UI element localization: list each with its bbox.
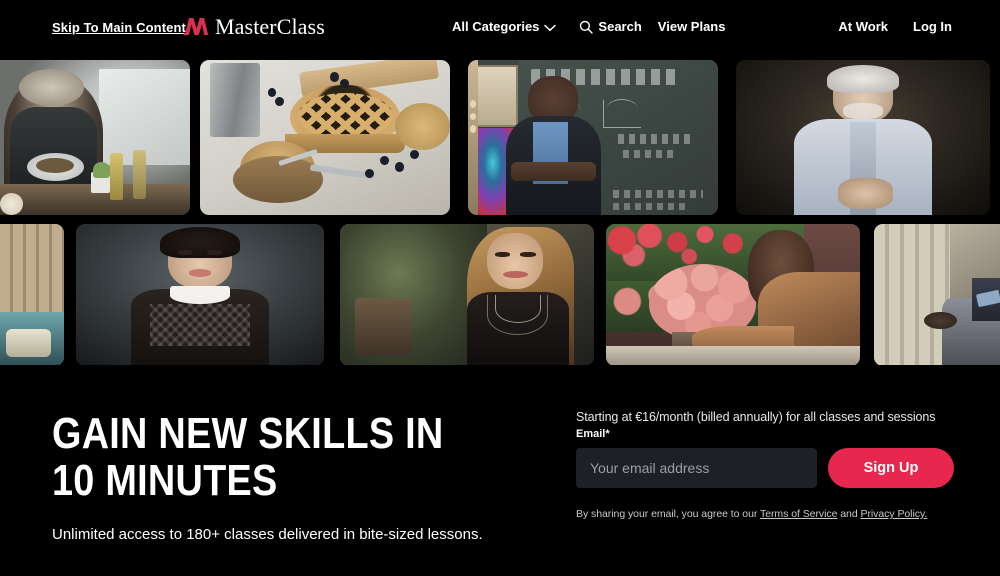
nav-view-plans[interactable]: View Plans: [658, 19, 726, 34]
search-icon: [579, 20, 594, 34]
masterclass-logo[interactable]: MasterClass: [183, 14, 325, 40]
masterclass-logo-text: MasterClass: [215, 14, 325, 39]
page-title: Gain New Skills In 10 Minutes: [52, 409, 444, 505]
gallery-tile-writer-seated-partial[interactable]: [874, 224, 1000, 365]
nav-search[interactable]: Search: [579, 19, 642, 34]
terms-of-service-link[interactable]: Terms of Service: [760, 508, 837, 520]
chevron-down-icon: [544, 22, 557, 32]
nav-search-label: Search: [598, 19, 642, 34]
signup-form: Starting at €16/month (billed annually) …: [576, 410, 956, 520]
nav-all-categories[interactable]: All Categories: [452, 19, 557, 34]
legal-middle-text: and: [837, 508, 861, 520]
gallery-tile-lattice-pie-baking[interactable]: [200, 60, 450, 215]
gallery-tile-singer-portrait[interactable]: [340, 224, 594, 365]
hero-copy: Gain New Skills In 10 Minutes Unlimited …: [52, 410, 542, 549]
email-field-label: Email*: [576, 428, 610, 440]
gallery-tile-interior-room-partial[interactable]: [0, 224, 64, 365]
email-input[interactable]: [576, 448, 817, 488]
pricing-note: Starting at €16/month (billed annually) …: [576, 410, 936, 424]
hero-subheadline: Unlimited access to 180+ classes deliver…: [52, 526, 483, 543]
gallery-tile-astrophysicist-blackboard[interactable]: [468, 60, 718, 215]
privacy-policy-link[interactable]: Privacy Policy.: [861, 508, 928, 520]
nav-view-plans-label: View Plans: [657, 19, 726, 34]
masterclass-m-mark-icon: [183, 14, 211, 40]
class-gallery-strip: [0, 56, 1000, 365]
gallery-tile-media-producer-portrait[interactable]: [76, 224, 324, 365]
nav-log-in[interactable]: Log In: [913, 19, 952, 34]
hero-section: Gain New Skills In 10 Minutes Unlimited …: [0, 365, 1000, 576]
nav-all-categories-label: All Categories: [452, 19, 540, 34]
gallery-tile-floral-arrangement[interactable]: [606, 224, 860, 365]
primary-navigation: All Categories Search View Plans: [452, 19, 725, 34]
nav-at-work[interactable]: At Work: [838, 19, 888, 34]
email-signup-row: Sign Up: [576, 448, 956, 488]
gallery-tile-entrepreneur-portrait[interactable]: [736, 60, 990, 215]
legal-disclaimer: By sharing your email, you agree to our …: [576, 508, 956, 520]
secondary-navigation: At Work Log In: [838, 19, 952, 34]
gallery-row-1: [0, 60, 1000, 215]
site-header: Skip To Main Content MasterClass All Cat…: [0, 0, 1000, 56]
skip-to-main-content-link[interactable]: Skip To Main Content: [52, 20, 186, 35]
sign-up-button[interactable]: Sign Up: [828, 448, 954, 488]
gallery-row-2: [0, 224, 1000, 365]
gallery-tile-chef-portrait-kitchen[interactable]: [0, 60, 190, 215]
legal-prefix-text: By sharing your email, you agree to our: [576, 508, 760, 520]
